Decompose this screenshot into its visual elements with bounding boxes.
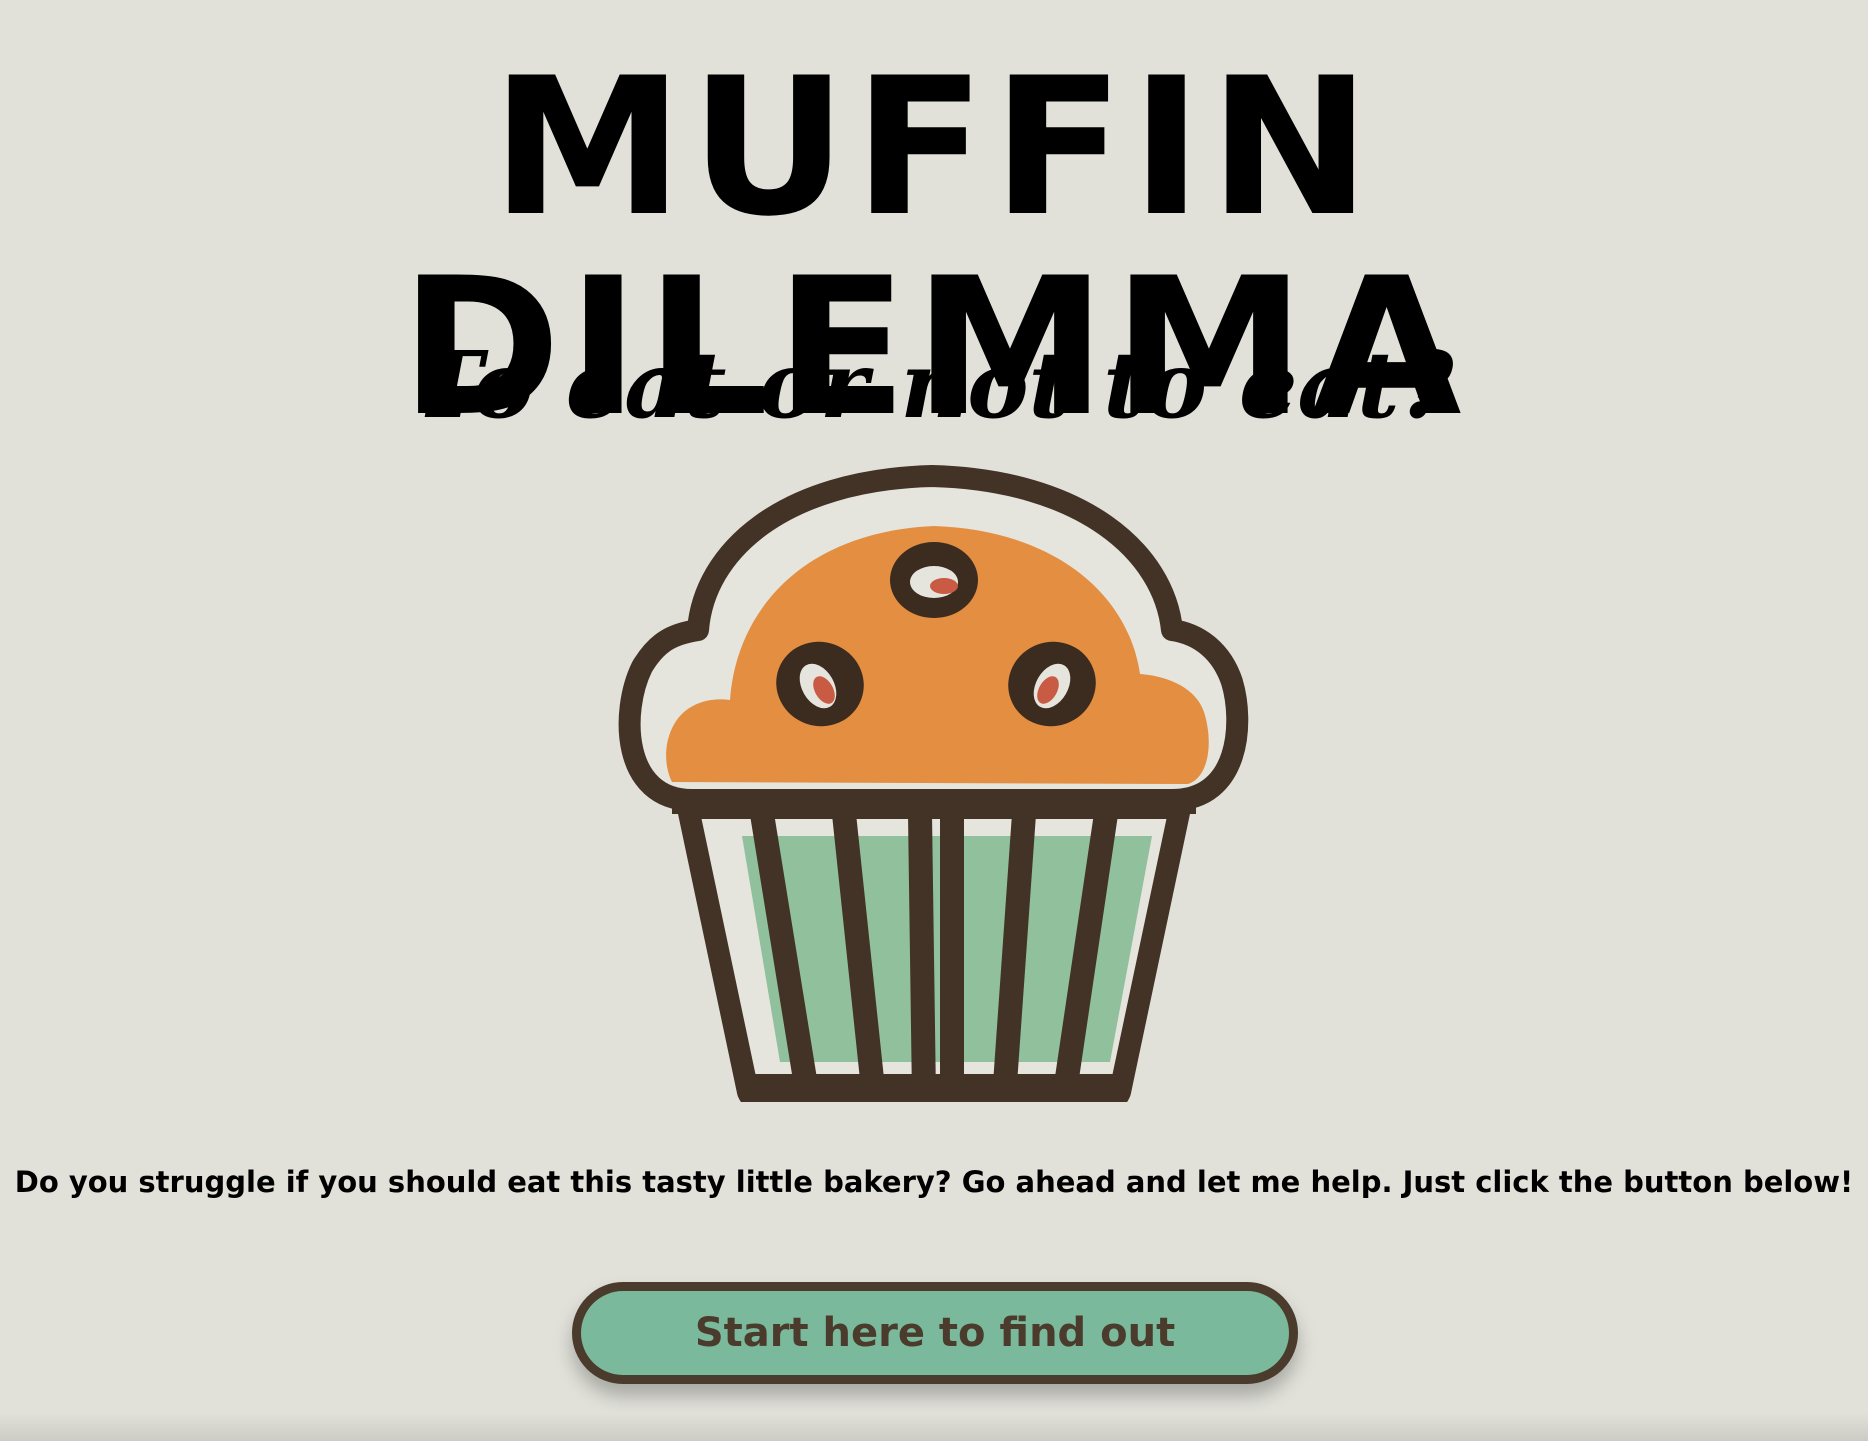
bottom-shade (0, 1413, 1868, 1441)
start-button[interactable]: Start here to find out (572, 1282, 1298, 1384)
muffin-icon (612, 462, 1256, 1102)
berry-1 (890, 542, 978, 618)
description-text: Do you struggle if you should eat this t… (14, 1165, 1854, 1199)
landing-page: MUFFIN DILEMMA To eat or not to eat? Do … (0, 0, 1868, 1441)
tagline: To eat or not to eat? (414, 331, 1454, 439)
